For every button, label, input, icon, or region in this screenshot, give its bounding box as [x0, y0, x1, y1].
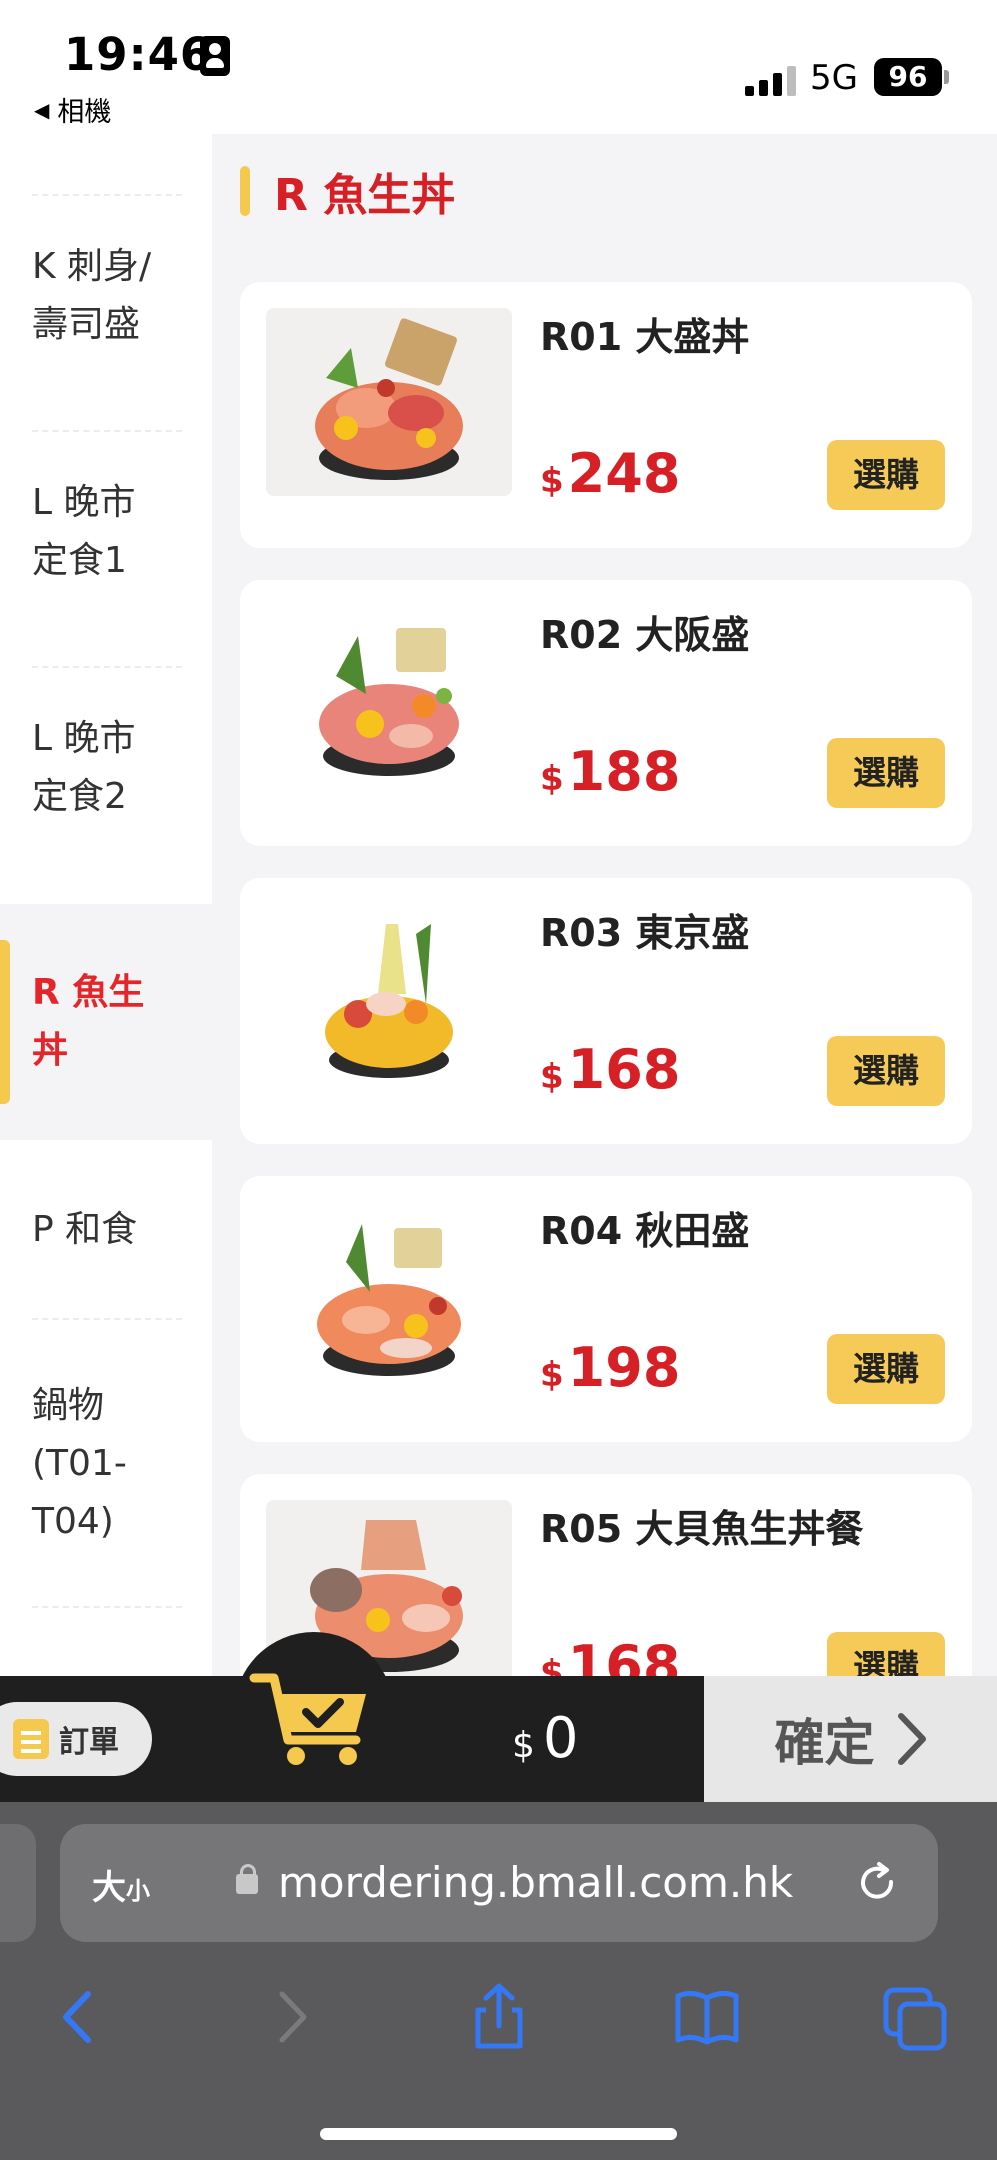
product-image[interactable]	[266, 606, 512, 794]
back-to-app-link[interactable]: ◀ 相機	[34, 90, 111, 129]
product-card[interactable]: R04 秋田盛 $ 198 選購	[240, 1176, 972, 1442]
cart-amount: 0	[542, 1706, 579, 1771]
signal-icon	[745, 66, 797, 96]
product-card[interactable]: R02 大阪盛 $ 188 選購	[240, 580, 972, 846]
buy-button[interactable]: 選購	[827, 440, 945, 510]
order-button[interactable]: 訂單	[0, 1702, 152, 1776]
product-name: R04 秋田盛	[540, 1209, 750, 1253]
sidebar-item-label: L 晚市 定食2	[32, 718, 136, 817]
category-divider	[32, 430, 182, 432]
sidebar-item-k-sashimi[interactable]: K 刺身/ 壽司盛	[0, 220, 212, 372]
price-value: 168	[567, 1634, 681, 1676]
buy-button[interactable]: 選購	[827, 1334, 945, 1404]
product-image[interactable]	[266, 904, 512, 1092]
category-divider	[32, 194, 182, 196]
price-currency: $	[540, 1057, 564, 1097]
product-image[interactable]	[266, 1202, 512, 1390]
product-image[interactable]	[266, 308, 512, 496]
confirm-button[interactable]: 確定	[704, 1676, 997, 1802]
chevron-right-icon	[897, 1713, 926, 1765]
back-arrow-icon[interactable]	[44, 1982, 114, 2052]
lock-icon	[236, 1864, 258, 1894]
text-size-small: 小	[126, 1877, 150, 1905]
tabs-icon[interactable]	[880, 1982, 950, 2052]
confirm-label: 確定	[774, 1714, 875, 1772]
product-list[interactable]: R 魚生丼 R01 大盛丼 $ 248 選購 R02 大阪盛 $ 188 選購 …	[212, 134, 997, 1676]
product-name: R03 東京盛	[540, 911, 750, 955]
product-card[interactable]: R01 大盛丼 $ 248 選購	[240, 282, 972, 548]
product-price: $ 248	[540, 442, 680, 505]
forward-arrow-icon[interactable]	[256, 1982, 326, 2052]
sidebar-item-label: L 晚市 定食1	[32, 482, 136, 581]
cart-currency: $	[512, 1725, 535, 1766]
back-triangle-icon: ◀	[34, 97, 50, 122]
product-name: R02 大阪盛	[540, 613, 750, 657]
price-currency: $	[540, 461, 564, 501]
battery-cap	[944, 70, 949, 84]
back-app-label: 相機	[57, 97, 112, 128]
sidebar-item-r-sashimi-don[interactable]: R 魚生 丼	[0, 904, 212, 1140]
product-card[interactable]: R03 東京盛 $ 168 選購	[240, 878, 972, 1144]
address-bar[interactable]: 大小 mordering.bmall.com.hk	[60, 1824, 938, 1942]
sidebar-item-label: K 刺身/ 壽司盛	[32, 246, 152, 345]
sidebar-item-hotpot[interactable]: 鍋物 (T01- T04)	[0, 1364, 212, 1564]
browser-toolbar: 大小 mordering.bmall.com.hk	[0, 1802, 997, 2160]
product-name: R05 大貝魚生丼餐	[540, 1507, 864, 1551]
status-bar: 19:46 ◀ 相機 5G 96	[0, 0, 997, 134]
price-value: 188	[567, 740, 681, 803]
status-time: 19:46	[64, 28, 213, 81]
cart-bar: 訂單 $ 0 確定	[0, 1632, 997, 1802]
price-currency: $	[540, 759, 564, 799]
product-price: $ 168	[540, 1634, 680, 1676]
text-size-button[interactable]: 大小	[92, 1860, 150, 1909]
sidebar-item-p-washoku[interactable]: P 和食	[0, 1170, 212, 1290]
bookmarks-icon[interactable]	[672, 1982, 742, 2052]
cart-total: $ 0	[512, 1706, 579, 1771]
text-size-big: 大	[92, 1868, 126, 1908]
sidebar-item-l-dinner-2[interactable]: L 晚市 定食2	[0, 692, 212, 844]
price-value: 198	[567, 1336, 681, 1399]
previous-tab-peek[interactable]	[0, 1824, 36, 1942]
buy-button[interactable]: 選購	[827, 1036, 945, 1106]
network-type: 5G	[810, 58, 858, 98]
sidebar-item-label: 鍋物 (T01- T04)	[32, 1385, 127, 1542]
battery-icon: 96	[874, 58, 942, 96]
buy-button[interactable]: 選購	[827, 738, 945, 808]
buy-button[interactable]: 選購	[827, 1632, 945, 1676]
category-divider	[32, 1606, 182, 1608]
price-value: 248	[567, 442, 681, 505]
section-title: R 魚生丼	[274, 170, 456, 221]
sidebar-item-label: P 和食	[32, 1209, 138, 1250]
category-sidebar: K 刺身/ 壽司盛 L 晚市 定食1 L 晚市 定食2 R 魚生 丼 P 和食 …	[0, 134, 212, 1676]
product-price: $ 198	[540, 1336, 680, 1399]
section-accent-bar	[240, 166, 250, 216]
product-name: R01 大盛丼	[540, 315, 750, 359]
price-value: 168	[567, 1038, 681, 1101]
category-divider	[32, 666, 182, 668]
category-divider	[32, 1318, 182, 1320]
reload-icon[interactable]	[855, 1860, 901, 1906]
price-currency: $	[540, 1653, 564, 1676]
product-price: $ 188	[540, 740, 680, 803]
url-text[interactable]: mordering.bmall.com.hk	[278, 1858, 793, 1907]
browser-nav	[0, 1972, 997, 2072]
cart-icon	[249, 1673, 366, 1765]
sidebar-item-label: R 魚生 丼	[32, 972, 145, 1071]
home-indicator[interactable]	[320, 2128, 677, 2140]
order-list-icon	[13, 1719, 49, 1759]
person-icon	[200, 36, 230, 76]
cart-button[interactable]	[234, 1632, 394, 1792]
order-label: 訂單	[59, 1725, 119, 1760]
price-currency: $	[540, 1355, 564, 1395]
section-header: R 魚生丼	[240, 164, 455, 221]
product-price: $ 168	[540, 1038, 680, 1101]
sidebar-item-l-dinner-1[interactable]: L 晚市 定食1	[0, 456, 212, 608]
share-icon[interactable]	[464, 1982, 534, 2052]
